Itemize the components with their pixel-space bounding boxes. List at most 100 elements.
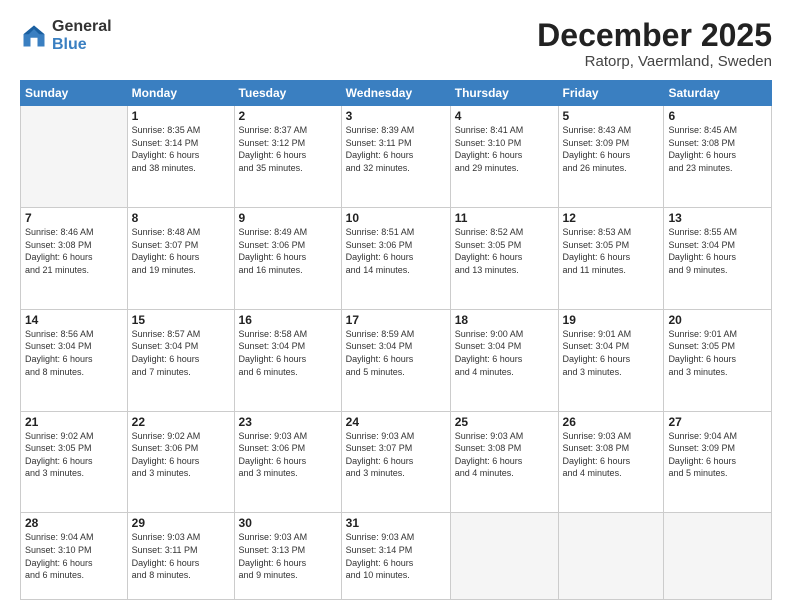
- day-number: 22: [132, 415, 230, 429]
- day-number: 30: [239, 516, 337, 530]
- cell-content: Sunrise: 9:03 AMSunset: 3:06 PMDaylight:…: [239, 430, 337, 480]
- cell-content: Sunrise: 9:03 AMSunset: 3:08 PMDaylight:…: [563, 430, 660, 480]
- day-number: 19: [563, 313, 660, 327]
- day-number: 6: [668, 109, 767, 123]
- day-number: 31: [346, 516, 446, 530]
- calendar-cell: [558, 513, 664, 600]
- day-number: 10: [346, 211, 446, 225]
- calendar-cell: 6Sunrise: 8:45 AMSunset: 3:08 PMDaylight…: [664, 106, 772, 208]
- cell-content: Sunrise: 8:51 AMSunset: 3:06 PMDaylight:…: [346, 226, 446, 276]
- cell-content: Sunrise: 9:02 AMSunset: 3:06 PMDaylight:…: [132, 430, 230, 480]
- day-number: 5: [563, 109, 660, 123]
- calendar-cell: 16Sunrise: 8:58 AMSunset: 3:04 PMDayligh…: [234, 309, 341, 411]
- calendar-cell: 26Sunrise: 9:03 AMSunset: 3:08 PMDayligh…: [558, 411, 664, 513]
- day-number: 2: [239, 109, 337, 123]
- calendar-cell: 3Sunrise: 8:39 AMSunset: 3:11 PMDaylight…: [341, 106, 450, 208]
- day-number: 13: [668, 211, 767, 225]
- day-number: 18: [455, 313, 554, 327]
- cell-content: Sunrise: 9:01 AMSunset: 3:05 PMDaylight:…: [668, 328, 767, 378]
- col-friday: Friday: [558, 81, 664, 106]
- cell-content: Sunrise: 8:56 AMSunset: 3:04 PMDaylight:…: [25, 328, 123, 378]
- calendar-cell: 12Sunrise: 8:53 AMSunset: 3:05 PMDayligh…: [558, 207, 664, 309]
- cell-content: Sunrise: 8:52 AMSunset: 3:05 PMDaylight:…: [455, 226, 554, 276]
- calendar-cell: [450, 513, 558, 600]
- location-subtitle: Ratorp, Vaermland, Sweden: [537, 53, 772, 70]
- cell-content: Sunrise: 8:35 AMSunset: 3:14 PMDaylight:…: [132, 124, 230, 174]
- cell-content: Sunrise: 8:41 AMSunset: 3:10 PMDaylight:…: [455, 124, 554, 174]
- day-number: 20: [668, 313, 767, 327]
- calendar-cell: 25Sunrise: 9:03 AMSunset: 3:08 PMDayligh…: [450, 411, 558, 513]
- cell-content: Sunrise: 8:39 AMSunset: 3:11 PMDaylight:…: [346, 124, 446, 174]
- cell-content: Sunrise: 8:53 AMSunset: 3:05 PMDaylight:…: [563, 226, 660, 276]
- day-number: 24: [346, 415, 446, 429]
- day-number: 25: [455, 415, 554, 429]
- title-block: December 2025 Ratorp, Vaermland, Sweden: [537, 18, 772, 70]
- col-thursday: Thursday: [450, 81, 558, 106]
- calendar-cell: 19Sunrise: 9:01 AMSunset: 3:04 PMDayligh…: [558, 309, 664, 411]
- day-number: 28: [25, 516, 123, 530]
- col-sunday: Sunday: [21, 81, 128, 106]
- calendar-cell: 15Sunrise: 8:57 AMSunset: 3:04 PMDayligh…: [127, 309, 234, 411]
- calendar-cell: 17Sunrise: 8:59 AMSunset: 3:04 PMDayligh…: [341, 309, 450, 411]
- calendar-cell: 13Sunrise: 8:55 AMSunset: 3:04 PMDayligh…: [664, 207, 772, 309]
- cell-content: Sunrise: 8:43 AMSunset: 3:09 PMDaylight:…: [563, 124, 660, 174]
- cell-content: Sunrise: 8:49 AMSunset: 3:06 PMDaylight:…: [239, 226, 337, 276]
- calendar-cell: 29Sunrise: 9:03 AMSunset: 3:11 PMDayligh…: [127, 513, 234, 600]
- page: General Blue December 2025 Ratorp, Vaerm…: [0, 0, 792, 612]
- calendar-cell: 31Sunrise: 9:03 AMSunset: 3:14 PMDayligh…: [341, 513, 450, 600]
- logo-icon: [20, 22, 48, 50]
- day-number: 26: [563, 415, 660, 429]
- col-tuesday: Tuesday: [234, 81, 341, 106]
- cell-content: Sunrise: 8:46 AMSunset: 3:08 PMDaylight:…: [25, 226, 123, 276]
- cell-content: Sunrise: 8:58 AMSunset: 3:04 PMDaylight:…: [239, 328, 337, 378]
- calendar-cell: 7Sunrise: 8:46 AMSunset: 3:08 PMDaylight…: [21, 207, 128, 309]
- day-number: 11: [455, 211, 554, 225]
- cell-content: Sunrise: 8:45 AMSunset: 3:08 PMDaylight:…: [668, 124, 767, 174]
- logo-blue: Blue: [52, 36, 112, 54]
- calendar-cell: 28Sunrise: 9:04 AMSunset: 3:10 PMDayligh…: [21, 513, 128, 600]
- calendar-cell: 24Sunrise: 9:03 AMSunset: 3:07 PMDayligh…: [341, 411, 450, 513]
- col-saturday: Saturday: [664, 81, 772, 106]
- calendar-cell: 10Sunrise: 8:51 AMSunset: 3:06 PMDayligh…: [341, 207, 450, 309]
- calendar-cell: 20Sunrise: 9:01 AMSunset: 3:05 PMDayligh…: [664, 309, 772, 411]
- cell-content: Sunrise: 9:04 AMSunset: 3:09 PMDaylight:…: [668, 430, 767, 480]
- calendar-cell: 8Sunrise: 8:48 AMSunset: 3:07 PMDaylight…: [127, 207, 234, 309]
- cell-content: Sunrise: 9:01 AMSunset: 3:04 PMDaylight:…: [563, 328, 660, 378]
- calendar-table: Sunday Monday Tuesday Wednesday Thursday…: [20, 80, 772, 600]
- day-number: 29: [132, 516, 230, 530]
- calendar-cell: 21Sunrise: 9:02 AMSunset: 3:05 PMDayligh…: [21, 411, 128, 513]
- calendar-cell: 14Sunrise: 8:56 AMSunset: 3:04 PMDayligh…: [21, 309, 128, 411]
- cell-content: Sunrise: 9:03 AMSunset: 3:08 PMDaylight:…: [455, 430, 554, 480]
- logo-general: General: [52, 18, 112, 36]
- day-number: 8: [132, 211, 230, 225]
- calendar-header-row: Sunday Monday Tuesday Wednesday Thursday…: [21, 81, 772, 106]
- cell-content: Sunrise: 8:37 AMSunset: 3:12 PMDaylight:…: [239, 124, 337, 174]
- cell-content: Sunrise: 8:55 AMSunset: 3:04 PMDaylight:…: [668, 226, 767, 276]
- day-number: 4: [455, 109, 554, 123]
- calendar-cell: [21, 106, 128, 208]
- calendar-cell: 22Sunrise: 9:02 AMSunset: 3:06 PMDayligh…: [127, 411, 234, 513]
- day-number: 27: [668, 415, 767, 429]
- calendar-cell: 5Sunrise: 8:43 AMSunset: 3:09 PMDaylight…: [558, 106, 664, 208]
- cell-content: Sunrise: 9:02 AMSunset: 3:05 PMDaylight:…: [25, 430, 123, 480]
- cell-content: Sunrise: 8:48 AMSunset: 3:07 PMDaylight:…: [132, 226, 230, 276]
- header: General Blue December 2025 Ratorp, Vaerm…: [20, 18, 772, 70]
- day-number: 23: [239, 415, 337, 429]
- day-number: 7: [25, 211, 123, 225]
- calendar-cell: 27Sunrise: 9:04 AMSunset: 3:09 PMDayligh…: [664, 411, 772, 513]
- cell-content: Sunrise: 9:03 AMSunset: 3:11 PMDaylight:…: [132, 531, 230, 581]
- day-number: 15: [132, 313, 230, 327]
- calendar-cell: 30Sunrise: 9:03 AMSunset: 3:13 PMDayligh…: [234, 513, 341, 600]
- calendar-cell: 4Sunrise: 8:41 AMSunset: 3:10 PMDaylight…: [450, 106, 558, 208]
- day-number: 12: [563, 211, 660, 225]
- calendar-cell: [664, 513, 772, 600]
- cell-content: Sunrise: 9:04 AMSunset: 3:10 PMDaylight:…: [25, 531, 123, 581]
- cell-content: Sunrise: 9:03 AMSunset: 3:14 PMDaylight:…: [346, 531, 446, 581]
- cell-content: Sunrise: 9:03 AMSunset: 3:07 PMDaylight:…: [346, 430, 446, 480]
- day-number: 21: [25, 415, 123, 429]
- cell-content: Sunrise: 8:57 AMSunset: 3:04 PMDaylight:…: [132, 328, 230, 378]
- day-number: 14: [25, 313, 123, 327]
- day-number: 3: [346, 109, 446, 123]
- calendar-cell: 18Sunrise: 9:00 AMSunset: 3:04 PMDayligh…: [450, 309, 558, 411]
- calendar-cell: 2Sunrise: 8:37 AMSunset: 3:12 PMDaylight…: [234, 106, 341, 208]
